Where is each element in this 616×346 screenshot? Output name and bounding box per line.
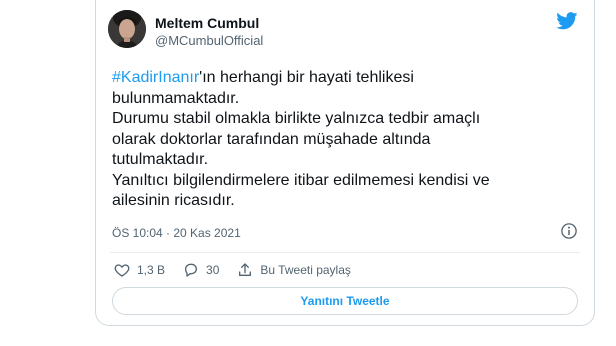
reply-action[interactable]: 30 bbox=[183, 262, 219, 278]
share-label: Bu Tweeti paylaş bbox=[260, 263, 351, 277]
info-icon[interactable] bbox=[560, 222, 578, 240]
avatar-photo bbox=[108, 10, 146, 48]
divider bbox=[110, 252, 580, 253]
heart-icon bbox=[114, 264, 130, 277]
tweet-line-7: ailesinin ricasıdır. bbox=[112, 192, 235, 209]
like-count: 1,3 B bbox=[137, 263, 166, 277]
reply-bubble-icon bbox=[185, 263, 198, 277]
like-button[interactable]: 1,3 B bbox=[114, 262, 165, 278]
author-name[interactable]: Meltem Cumbul bbox=[155, 15, 259, 31]
tweet-line-5: tutulmaktadır. bbox=[112, 151, 209, 168]
tweet-line-1: #KadirInanır'ın herhangi bir hayati tehl… bbox=[112, 68, 582, 89]
share-icon bbox=[239, 263, 252, 276]
author-handle[interactable]: @MCumbulOfficial bbox=[155, 33, 263, 48]
hashtag-link[interactable]: #KadirInanır bbox=[112, 69, 199, 86]
tweet-timestamp[interactable]: ÖS 10:04 · 20 Kas 2021 bbox=[112, 226, 241, 240]
tweet-card: Meltem Cumbul @MCumbulOfficial #KadirIna… bbox=[95, 0, 595, 326]
tweet-line-1-rest: 'ın herhangi bir hayati tehlikesi bbox=[199, 69, 414, 86]
share-button[interactable]: Bu Tweeti paylaş bbox=[237, 262, 351, 278]
tweet-line-3: Durumu stabil olmakla birlikte yalnızca … bbox=[112, 110, 481, 127]
twitter-bird-icon[interactable] bbox=[556, 12, 578, 30]
tweet-line-6: Yanıltıcı bilgilendirmelere itibar edilm… bbox=[112, 171, 490, 189]
tweet-text: #KadirInanır'ın herhangi bir hayati tehl… bbox=[112, 68, 582, 212]
reply-count: 30 bbox=[206, 263, 220, 277]
reply-tweet-button[interactable]: Yanıtını Tweetle bbox=[112, 287, 578, 315]
tweet-line-4: olarak doktorlar tarafından müşahade alt… bbox=[112, 130, 431, 148]
action-bar: 1,3 B 30 Bu Tweeti paylaş bbox=[114, 261, 369, 279]
tweet-line-2: bulunmamaktadır. bbox=[112, 89, 240, 107]
avatar[interactable] bbox=[108, 10, 146, 48]
